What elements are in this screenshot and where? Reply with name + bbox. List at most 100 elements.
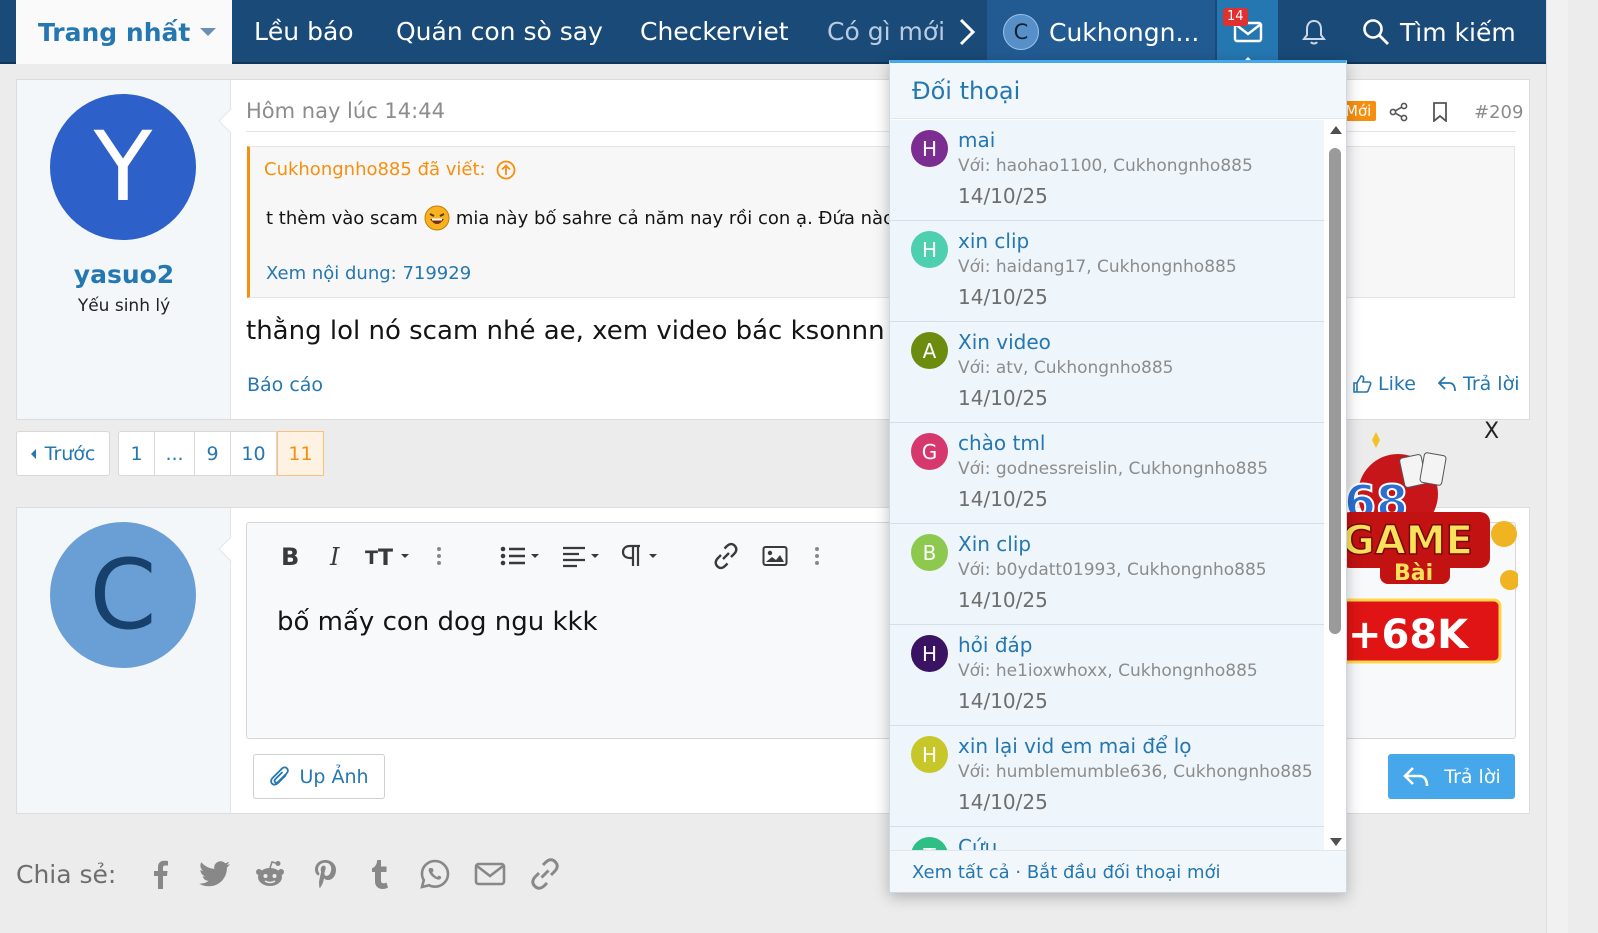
quote-author[interactable]: Cukhongnho885 đã viết: [264,159,516,180]
align-icon[interactable] [561,541,605,571]
start-conversation-link[interactable]: Bắt đầu đối thoại mới [1027,862,1221,883]
scroll-down-arrow-icon[interactable] [1330,838,1342,846]
image-icon[interactable] [758,541,792,571]
avatar[interactable]: A [911,332,948,369]
page-1[interactable]: 1 [119,432,155,475]
paperclip-icon[interactable] [269,765,291,789]
avatar[interactable]: C [1003,14,1039,50]
reply-icon[interactable] [1402,765,1430,789]
avatar[interactable]: H [911,130,948,167]
post-username[interactable]: yasuo2 [17,260,231,289]
italic-icon[interactable]: I [323,541,351,571]
conversation-title[interactable]: hỏi đáp [958,633,1032,657]
conversations-scrollbar[interactable] [1326,120,1346,850]
ad-banner[interactable]: 68 GAME Bài +68K [1340,430,1518,670]
twitter-icon[interactable] [187,852,242,896]
quote-author-label[interactable]: Cukhongnho885 đã viết: [264,159,486,180]
conversation-item[interactable]: H hỏi đáp Với: he1ioxwhoxx, Cukhongnho88… [890,625,1324,726]
conversation-item[interactable]: T Cứu [890,827,1324,850]
avatar[interactable]: C [50,522,196,668]
post-number[interactable]: #209 [1474,102,1523,123]
conversation-title[interactable]: mai [958,128,995,152]
more-vertical-icon[interactable] [807,541,827,571]
avatar[interactable]: G [911,433,948,470]
nav-user-name[interactable]: Cukhongn... [1049,18,1199,47]
conversation-title[interactable]: Cứu [958,835,997,850]
link-icon[interactable] [709,541,743,571]
conversation-title[interactable]: xin lại vid em mai để lọ [958,734,1192,758]
conversation-title[interactable]: Xin video [958,330,1051,354]
reply-icon[interactable] [1437,375,1457,393]
facebook-icon[interactable] [132,852,187,896]
conversation-item[interactable]: H xin clip Với: haidang17, Cukhongnho885… [890,221,1324,322]
scrollbar-thumb[interactable] [1329,148,1341,634]
conversation-item[interactable]: G chào tml Với: godnessreislin, Cukhongn… [890,423,1324,524]
conversation-title[interactable]: xin clip [958,229,1029,253]
reddit-icon[interactable] [242,852,297,896]
paragraph-icon[interactable] [621,541,665,571]
conversation-item[interactable]: A Xin video Với: atv, Cukhongnho885 14/1… [890,322,1324,423]
submit-reply-label[interactable]: Trả lời [1444,766,1501,788]
conversation-title[interactable]: Xin clip [958,532,1031,556]
avatar[interactable]: T [911,837,948,850]
reply-label[interactable]: Trả lời [1463,373,1520,395]
search-button[interactable]: Tìm kiếm [1362,0,1516,64]
search-label[interactable]: Tìm kiếm [1400,18,1516,47]
scroll-up-arrow-icon[interactable] [1330,126,1342,134]
conversation-item[interactable]: H mai Với: haohao1100, Cukhongnho885 14/… [890,120,1324,221]
nav-home-label[interactable]: Trang nhất [38,18,190,47]
page-ellipsis[interactable]: ... [155,432,195,475]
share-icon[interactable] [1389,102,1409,126]
nav-user-menu[interactable]: C Cukhongn... [987,0,1215,64]
conversation-item[interactable]: H xin lại vid em mai để lọ Với: humblemu… [890,726,1324,827]
arrow-up-circle-icon[interactable] [496,160,516,180]
alerts-button[interactable] [1290,0,1338,64]
nav-link-checkerviet[interactable]: Checkerviet [640,0,789,64]
page-11-current[interactable]: 11 [277,431,324,476]
chevron-right-icon[interactable] [952,0,982,64]
nav-link-leu-bao[interactable]: Lều báo [254,0,354,64]
inbox-button[interactable]: 14 [1217,0,1278,65]
bookmark-icon[interactable] [1432,102,1448,126]
search-icon[interactable] [1362,18,1390,46]
avatar[interactable]: Y [50,94,196,240]
like-label[interactable]: Like [1378,373,1416,395]
thumbs-up-icon[interactable] [1352,374,1372,394]
page-10[interactable]: 10 [231,432,277,475]
conversation-item[interactable]: B Xin clip Với: b0ydatt01993, Cukhongnho… [890,524,1324,625]
bell-icon[interactable] [1301,18,1327,46]
tumblr-icon[interactable] [352,852,407,896]
pagination-prev-button[interactable]: Trước [16,431,110,476]
conversation-title[interactable]: chào tml [958,431,1045,455]
view-all-link[interactable]: Xem tất cả [912,862,1010,883]
avatar[interactable]: H [911,736,948,773]
report-link[interactable]: Báo cáo [247,374,323,396]
quote-expand-link[interactable]: Xem nội dung: 719929 [266,263,471,284]
upload-image-label[interactable]: Up Ảnh [299,766,368,788]
email-icon[interactable] [462,852,517,896]
page-scrollbar[interactable] [1546,0,1568,933]
like-button[interactable]: Like [1352,373,1416,395]
avatar[interactable]: H [911,635,948,672]
conversations-list[interactable]: H mai Với: haohao1100, Cukhongnho885 14/… [890,120,1324,850]
more-vertical-icon[interactable] [429,541,449,571]
editor-content[interactable]: bố mấy con dog ngu kkk [277,607,598,637]
reply-link[interactable]: Trả lời [1437,373,1520,395]
font-size-icon[interactable]: TT [365,541,413,571]
nav-link-co-gi-moi[interactable]: Có gì mới [827,0,947,64]
nav-link-quan-con-so-say[interactable]: Quán con sò say [396,0,603,64]
bold-icon[interactable]: B [275,541,305,571]
avatar[interactable]: B [911,534,948,571]
page-9[interactable]: 9 [195,432,231,475]
ad-game-image[interactable]: 68 GAME Bài +68K [1340,430,1518,670]
whatsapp-icon[interactable] [407,852,462,896]
submit-reply-button[interactable]: Trả lời [1388,754,1515,799]
post-date[interactable]: Hôm nay lúc 14:44 [246,99,445,123]
chevron-down-icon[interactable] [194,0,222,64]
list-icon[interactable] [499,541,545,571]
pinterest-icon[interactable] [297,852,352,896]
nav-home-tab[interactable]: Trang nhất [16,0,232,64]
link-icon[interactable] [517,852,572,896]
avatar[interactable]: H [911,231,948,268]
upload-image-button[interactable]: Up Ảnh [253,754,385,799]
